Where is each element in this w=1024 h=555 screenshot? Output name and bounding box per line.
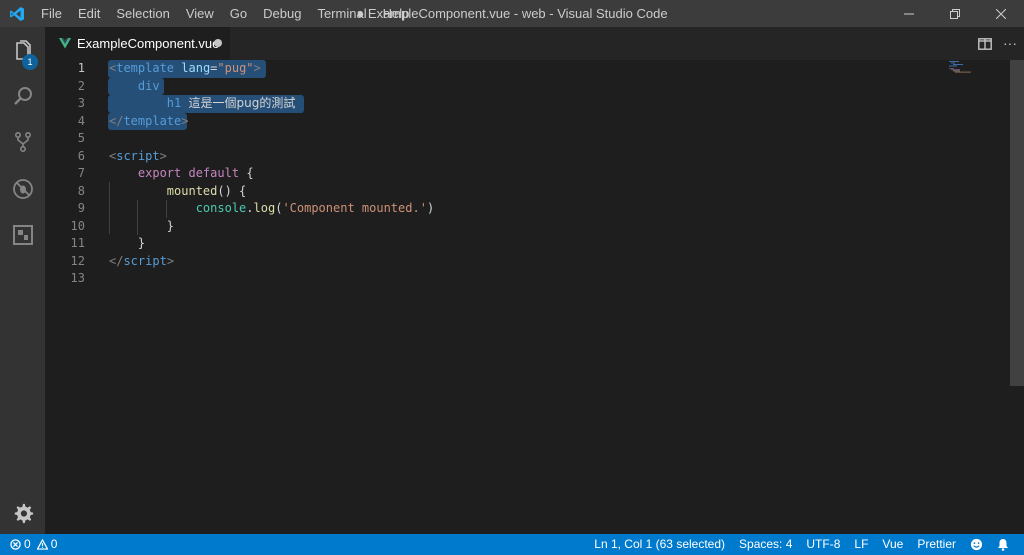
line-number: 4: [77, 113, 85, 128]
split-editor-button[interactable]: [976, 35, 994, 53]
code-line-8: mounted() {: [166, 183, 247, 198]
line-number: 11: [70, 236, 85, 250]
tab-bar: ExampleComponent.vue ···: [45, 27, 1024, 60]
code-line-2: div: [137, 78, 160, 93]
extensions-button[interactable]: [0, 215, 45, 255]
more-icon: ···: [1003, 35, 1017, 51]
title-bar: File Edit Selection View Go Debug Termin…: [0, 0, 1024, 27]
vue-file-icon: [59, 38, 71, 49]
code-line-12: </script>: [109, 253, 175, 268]
line-number: 10: [70, 218, 85, 233]
close-button[interactable]: [978, 0, 1024, 27]
menu-debug[interactable]: Debug: [255, 0, 309, 27]
code-line-6: <script>: [109, 148, 167, 163]
problems-indicator[interactable]: 0 0: [10, 534, 64, 555]
minimize-button[interactable]: [886, 0, 932, 27]
tab-label: ExampleComponent.vue: [77, 36, 220, 51]
line-number: 3: [77, 96, 85, 110]
unsaved-dot-icon[interactable]: [214, 39, 222, 47]
encoding[interactable]: UTF-8: [799, 534, 847, 555]
line-number: 8: [77, 183, 85, 198]
close-icon: [996, 8, 1006, 19]
vertical-scrollbar[interactable]: [1010, 60, 1024, 534]
source-control-button[interactable]: [0, 122, 45, 162]
line-number: 6: [77, 148, 85, 163]
status-bar: 0 0 Ln 1, Col 1 (63 selected) Spaces: 4 …: [0, 534, 1024, 555]
error-icon: [10, 539, 21, 550]
smiley-icon: [970, 538, 983, 551]
menu-help[interactable]: Help: [375, 0, 418, 27]
tab-example-component[interactable]: ExampleComponent.vue: [45, 27, 230, 60]
menu-file[interactable]: File: [33, 0, 70, 27]
line-number: 12: [70, 253, 85, 268]
line-number: 13: [70, 271, 85, 285]
menu-terminal[interactable]: Terminal: [309, 0, 374, 27]
search-icon: [13, 87, 32, 105]
settings-button[interactable]: [0, 493, 45, 533]
menu-selection[interactable]: Selection: [108, 0, 177, 27]
gear-icon: [14, 503, 33, 524]
restore-button[interactable]: [932, 0, 978, 27]
menu-edit[interactable]: Edit: [70, 0, 108, 27]
activity-bar: 1: [0, 27, 45, 534]
source-control-icon: [14, 131, 31, 152]
minimap[interactable]: [949, 60, 1009, 80]
restore-icon: [950, 8, 960, 19]
end-of-line[interactable]: LF: [847, 534, 875, 555]
line-number: 1: [77, 61, 85, 75]
code-line-10: }: [166, 218, 175, 233]
code-editor[interactable]: 1 2 3 4 5 6 7 8 9 10 11 12 13 <template …: [45, 60, 1024, 534]
line-number: 5: [77, 131, 85, 145]
code-line-3: h1 這是一個pug的測試: [166, 96, 296, 110]
warning-count: 0: [50, 537, 58, 551]
code-line-1: <template lang="pug">: [109, 61, 261, 75]
debug-button[interactable]: [0, 169, 45, 209]
indentation[interactable]: Spaces: 4: [732, 534, 799, 555]
feedback-button[interactable]: [963, 538, 990, 551]
scrollbar-thumb[interactable]: [1010, 60, 1024, 386]
search-button[interactable]: [0, 76, 45, 116]
menu-view[interactable]: View: [178, 0, 222, 27]
menu-bar: File Edit Selection View Go Debug Termin…: [33, 0, 417, 27]
code-line-4: </template>: [109, 113, 189, 128]
line-number: 7: [77, 166, 85, 180]
code-line-11: }: [137, 236, 146, 250]
warning-icon: [36, 539, 48, 550]
language-mode[interactable]: Vue: [875, 534, 910, 555]
line-number: 9: [77, 201, 85, 215]
debug-icon: [12, 179, 33, 199]
bell-icon: [998, 539, 1008, 551]
error-count: 0: [24, 537, 31, 551]
minimize-icon: [904, 13, 914, 14]
explorer-badge: 1: [22, 54, 38, 70]
formatter[interactable]: Prettier: [910, 534, 963, 555]
split-editor-icon: [978, 38, 992, 50]
menu-go[interactable]: Go: [222, 0, 255, 27]
vscode-logo-icon[interactable]: [0, 0, 33, 27]
line-number: 2: [77, 78, 85, 93]
extensions-icon: [12, 225, 33, 245]
explorer-button[interactable]: 1: [0, 31, 45, 71]
cursor-position[interactable]: Ln 1, Col 1 (63 selected): [587, 534, 732, 555]
notifications-button[interactable]: [990, 538, 1016, 551]
code-line-9: console.log('Component mounted.'): [195, 201, 435, 215]
more-actions-button[interactable]: ···: [1000, 33, 1020, 53]
window-controls: [886, 0, 1024, 27]
code-line-7: export default {: [137, 166, 254, 180]
